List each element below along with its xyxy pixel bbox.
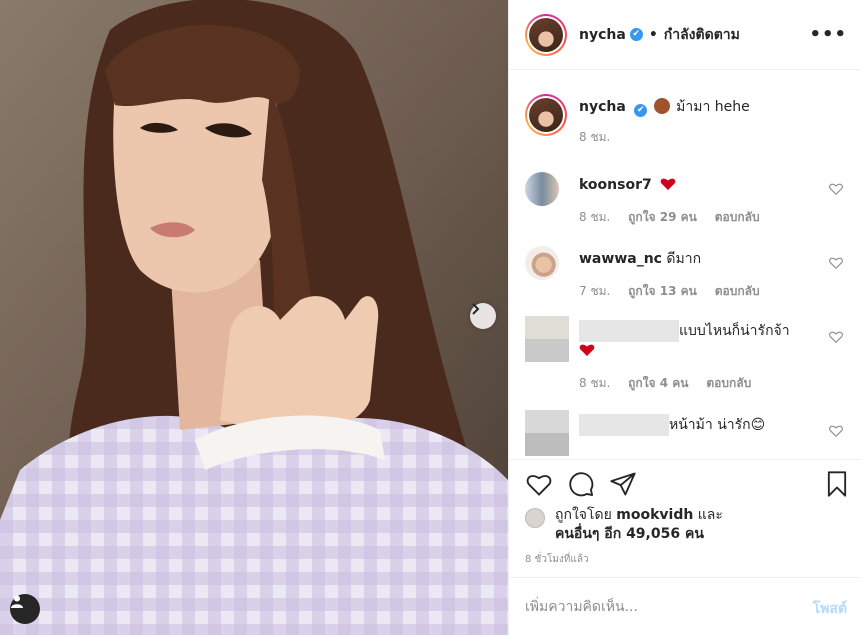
post-photo[interactable] — [0, 0, 508, 635]
liked-by-user[interactable]: mookvidh — [616, 507, 693, 523]
reply-button[interactable]: ตอบกลับ — [706, 376, 751, 390]
heart-emoji-icon — [579, 344, 595, 356]
post-comment-button[interactable]: โพสต์ — [813, 598, 847, 620]
caption-avatar[interactable] — [525, 94, 567, 136]
redacted-avatar — [525, 316, 569, 362]
like-comment-icon[interactable] — [829, 424, 843, 438]
verified-badge-icon: ✔ — [629, 28, 643, 41]
like-comment-icon[interactable] — [829, 256, 843, 270]
more-options-icon[interactable]: ••• — [809, 24, 847, 45]
next-photo-button[interactable] — [470, 303, 496, 329]
add-comment-form: โพสต์ — [509, 577, 860, 635]
comment-item: หน้าม้า น่ารัก😊 — [525, 410, 855, 459]
comment-likes-count[interactable]: ถูกใจ 29 คน — [628, 210, 697, 224]
like-comment-icon[interactable] — [829, 330, 843, 344]
caption-time: 8 ชม. — [579, 130, 611, 144]
comment-input[interactable] — [525, 596, 785, 618]
post-header: nycha ✔ • กำลังติดตาม ••• — [509, 0, 860, 70]
portrait-illustration — [0, 0, 508, 635]
liker-avatar[interactable] — [525, 508, 545, 528]
comment-item: แบบไหนก็น่ารักจ้า 8 ชม. ถูกใจ 4 คน ตอบกล… — [525, 316, 855, 390]
comment-item: koonsor7 8 ชม. ถูกใจ 29 คน ตอบกลับ — [525, 172, 855, 232]
liked-by-and: และ — [697, 507, 723, 523]
comment-text: ดีมาก — [666, 251, 702, 267]
comment-text: แบบไหนก็น่ารักจ้า — [679, 323, 790, 339]
comment-time: 7 ชม. — [579, 284, 611, 298]
commenter-avatar[interactable] — [525, 246, 559, 280]
caption-username[interactable]: nycha — [579, 99, 626, 115]
caption-text: ม้ามา hehe — [676, 99, 750, 115]
like-heart-icon[interactable] — [525, 470, 553, 498]
caption: nycha ✔ ม้ามา hehe 8 ชม. — [525, 94, 855, 154]
reply-button[interactable]: ตอบกลับ — [715, 284, 760, 298]
comment-likes-count[interactable]: ถูกใจ 13 คน — [628, 284, 697, 298]
bookmark-icon[interactable] — [823, 470, 851, 498]
following-button[interactable]: กำลังติดตาม — [664, 24, 740, 46]
comment-time: 8 ชม. — [579, 376, 611, 390]
verified-badge-icon: ✔ — [634, 104, 648, 117]
comments-list[interactable]: nycha ✔ ม้ามา hehe 8 ชม. koonsor7 8 ชม. … — [509, 70, 860, 460]
liked-by-others[interactable]: คนอื่นๆ อีก 49,056 คน — [555, 526, 704, 542]
chevron-right-icon — [472, 303, 480, 315]
share-plane-icon[interactable] — [609, 470, 637, 498]
action-bar — [509, 460, 860, 510]
comment-text: หน้าม้า น่ารัก😊 — [669, 417, 766, 433]
heart-emoji-icon — [660, 178, 676, 190]
horse-emoji-icon — [653, 98, 670, 114]
like-comment-icon[interactable] — [829, 182, 843, 196]
comment-time: 8 ชม. — [579, 210, 611, 224]
comment-username[interactable]: koonsor7 — [579, 177, 652, 193]
comment-username[interactable]: wawwa_nc — [579, 251, 662, 267]
redacted-avatar — [525, 410, 569, 456]
tagged-users-button[interactable] — [10, 594, 40, 624]
comment-likes-count[interactable]: ถูกใจ 4 คน — [628, 376, 688, 390]
author-avatar[interactable] — [525, 13, 567, 56]
redacted-username — [579, 414, 669, 436]
user-icon — [11, 595, 23, 608]
comment-item: wawwa_nc ดีมาก 7 ชม. ถูกใจ 13 คน ตอบกลับ — [525, 246, 855, 306]
separator-dot: • — [648, 26, 658, 43]
redacted-username — [579, 320, 679, 342]
comment-bubble-icon[interactable] — [567, 470, 595, 498]
post-panel: nycha ✔ • กำลังติดตาม ••• nycha ✔ ม้ามา … — [508, 0, 860, 635]
liked-by-prefix: ถูกใจโดย — [555, 507, 612, 523]
author-username[interactable]: nycha — [579, 27, 626, 43]
reply-button[interactable]: ตอบกลับ — [715, 210, 760, 224]
commenter-avatar[interactable] — [525, 172, 559, 206]
post-timestamp[interactable]: 8 ชั่วโมงที่แล้ว — [525, 552, 589, 567]
